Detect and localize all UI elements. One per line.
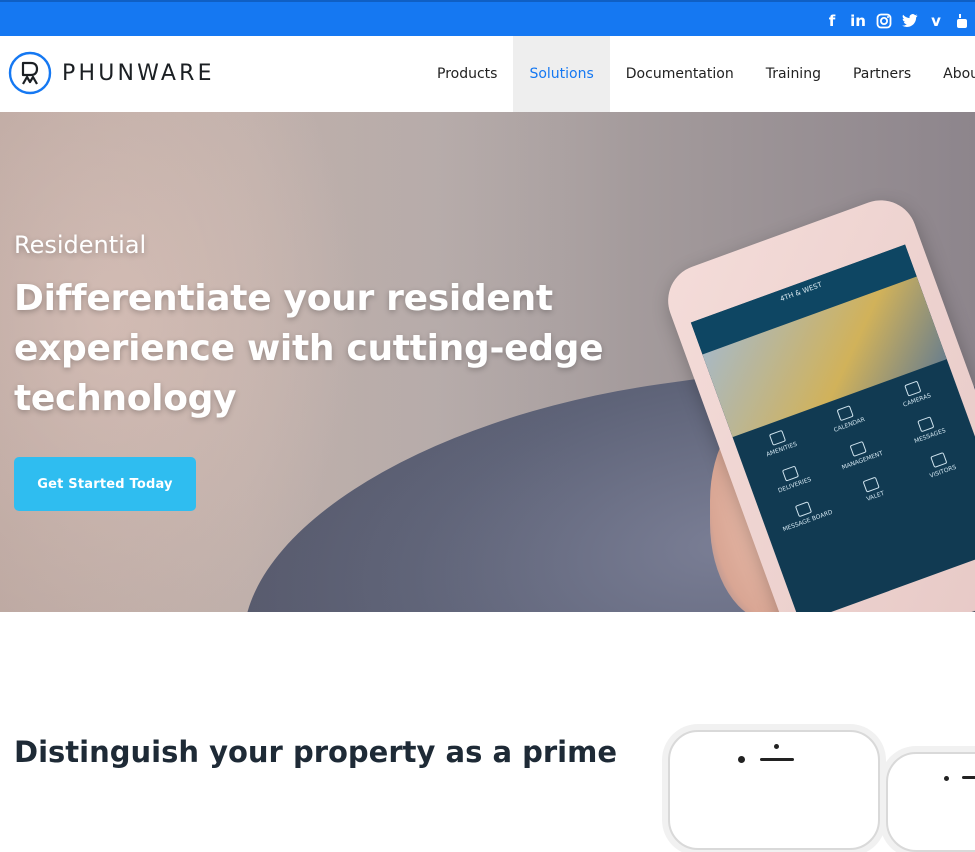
package-icon: [781, 465, 800, 482]
social-links: f in v: [819, 10, 975, 32]
nav-item-about[interactable]: About: [927, 36, 975, 112]
nav-item-products[interactable]: Products: [421, 36, 513, 112]
nav-item-training[interactable]: Training: [750, 36, 837, 112]
linkedin-icon[interactable]: in: [845, 10, 871, 32]
phone-speaker: [760, 758, 794, 761]
phone-camera-dot: [944, 776, 949, 781]
nav-menu: Products Solutions Documentation Trainin…: [421, 36, 975, 112]
youtube-icon[interactable]: [949, 10, 975, 32]
brand-logo[interactable]: PHUNWARE: [8, 51, 215, 95]
pin-icon: [794, 501, 813, 518]
vimeo-icon[interactable]: v: [923, 10, 949, 32]
facebook-icon[interactable]: f: [819, 10, 845, 32]
main-navigation: PHUNWARE Products Solutions Documentatio…: [0, 36, 975, 112]
calendar-icon: [836, 405, 854, 422]
app-tile: MESSAGE BOARD: [768, 491, 843, 536]
phunware-logo-icon: [8, 51, 52, 95]
top-social-bar: f in v: [0, 0, 975, 36]
car-icon: [862, 476, 880, 493]
management-icon: [849, 440, 867, 457]
phone-camera-dot: [738, 756, 745, 763]
app-tile: VISITORS: [903, 442, 975, 487]
nav-item-solutions[interactable]: Solutions: [513, 36, 610, 112]
phone-outline-image-secondary: [886, 752, 975, 852]
app-tile: DELIVERIES: [755, 456, 830, 501]
mail-icon: [917, 416, 935, 433]
id-card-icon: [930, 451, 948, 469]
brand-name: PHUNWARE: [62, 60, 215, 86]
camera-icon: [904, 380, 922, 397]
hero-headline: Differentiate your resident experience w…: [14, 278, 604, 419]
app-tile: MESSAGES: [890, 406, 965, 451]
phone-outline-image: [668, 730, 880, 850]
phone-sensor-dot: [774, 744, 779, 749]
nav-item-partners[interactable]: Partners: [837, 36, 927, 112]
app-tile: MANAGEMENT: [822, 431, 897, 476]
get-started-button[interactable]: Get Started Today: [14, 457, 196, 511]
section-heading: Distinguish your property as a prime: [14, 735, 617, 769]
hero-eyebrow: Residential: [14, 231, 147, 259]
twitter-icon[interactable]: [897, 10, 923, 32]
amenities-icon: [768, 429, 787, 446]
hero-copy: Residential Differentiate your resident …: [14, 230, 634, 424]
phone-speaker: [962, 776, 975, 779]
instagram-icon[interactable]: [871, 10, 897, 32]
nav-item-documentation[interactable]: Documentation: [610, 36, 750, 112]
app-tile: VALET: [835, 467, 910, 512]
